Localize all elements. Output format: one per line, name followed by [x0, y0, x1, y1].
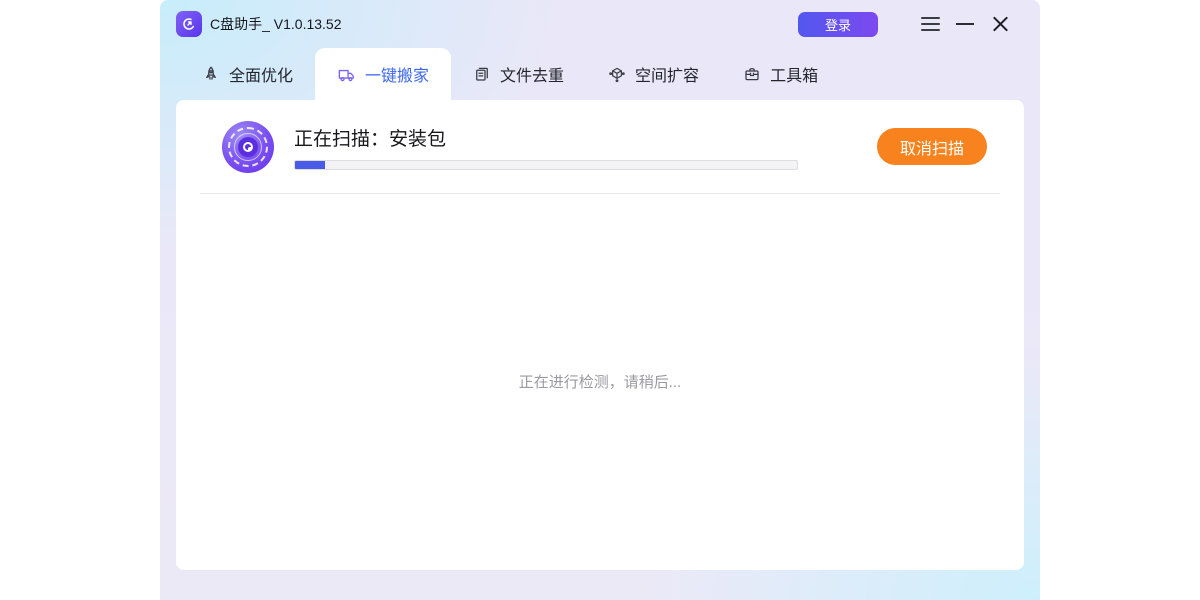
- minimize-button[interactable]: [955, 14, 975, 34]
- tab-full-optimization[interactable]: 全面优化: [180, 48, 315, 100]
- close-button[interactable]: [990, 14, 1010, 34]
- progress-fill: [295, 161, 325, 169]
- tab-toolbox[interactable]: 工具箱: [721, 48, 840, 100]
- tab-label: 工具箱: [770, 62, 818, 86]
- menu-button[interactable]: [920, 14, 940, 34]
- tab-space-expansion[interactable]: 空间扩容: [586, 48, 721, 100]
- truck-icon: [337, 65, 356, 84]
- close-icon: [992, 16, 1009, 33]
- rocket-icon: [202, 65, 220, 83]
- tabbar: 全面优化 一键搬家 文件去重: [160, 48, 1040, 100]
- cube-expand-icon: [608, 65, 626, 83]
- app-title: C盘助手_ V1.0.13.52: [210, 14, 342, 34]
- scan-status-text: 正在扫描：安装包: [294, 124, 798, 151]
- message-area: 正在进行检测，请稍后...: [176, 194, 1024, 569]
- cancel-scan-button[interactable]: 取消扫描: [877, 128, 987, 165]
- app-logo-icon: [176, 11, 202, 37]
- scan-status-icon: [222, 121, 274, 173]
- waiting-message: 正在进行检测，请稍后...: [519, 371, 682, 392]
- hamburger-icon: [921, 17, 940, 31]
- tab-label: 一键搬家: [365, 62, 429, 86]
- tab-label: 空间扩容: [635, 62, 699, 86]
- tab-one-click-move[interactable]: 一键搬家: [315, 48, 451, 100]
- tab-file-dedup[interactable]: 文件去重: [451, 48, 586, 100]
- titlebar: C盘助手_ V1.0.13.52 登录: [160, 0, 1040, 48]
- scan-header: 正在扫描：安装包 取消扫描: [176, 100, 1024, 193]
- login-button[interactable]: 登录: [798, 12, 878, 37]
- tab-label: 文件去重: [500, 62, 564, 86]
- window-controls: [920, 14, 1010, 34]
- tab-label: 全面优化: [229, 62, 293, 86]
- minimize-icon: [956, 23, 974, 25]
- content-panel: 正在扫描：安装包 取消扫描 正在进行检测，请稍后...: [176, 100, 1024, 570]
- document-dedup-icon: [473, 65, 491, 83]
- scan-progress-bar: [294, 160, 798, 170]
- toolbox-icon: [743, 65, 761, 83]
- app-window: C盘助手_ V1.0.13.52 登录: [160, 0, 1040, 600]
